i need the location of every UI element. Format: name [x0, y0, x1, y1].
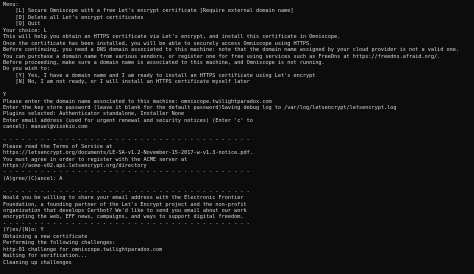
terminal-line: Cleaning up challenges — [3, 259, 72, 266]
terminal-window[interactable]: Menu: [L] Secure Omniscope with a free L… — [0, 0, 474, 274]
terminal-line: You can purchase a domain name from vari… — [3, 53, 441, 60]
terminal-line: Before continuing, you need a DNS domain… — [3, 47, 459, 54]
